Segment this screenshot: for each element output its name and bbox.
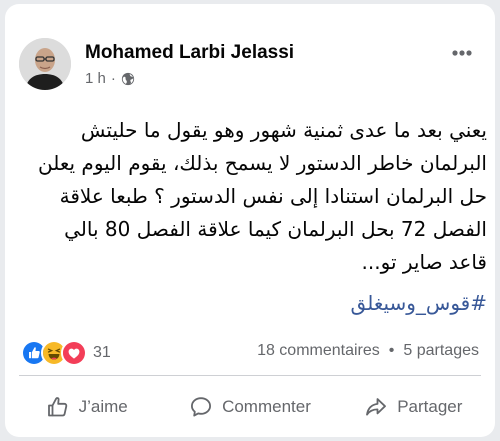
share-icon [366, 398, 387, 416]
love-icon [61, 340, 87, 366]
comment-button-label: Commenter [222, 397, 311, 416]
post-card: Mohamed Larbi Jelassi 1 h · يعني بعد ما … [5, 4, 495, 437]
hashtag-link[interactable]: #قوس_وسيغلق [19, 287, 487, 319]
stats-separator: • [388, 342, 395, 359]
comments-count[interactable]: 18 commentaires [257, 342, 380, 360]
share-button-label: Partager [397, 397, 463, 416]
reaction-count: 31 [93, 344, 111, 361]
comment-icon [191, 397, 212, 417]
like-button[interactable]: J’aime [5, 387, 168, 427]
post-text-line: البرلمان خاطر الدستور لا يسمح بذلك، يقوم… [38, 151, 487, 175]
post-text: يعني بعد ما عدى ثمنية شهور وهو يقول ما ح… [19, 114, 487, 279]
post-header: Mohamed Larbi Jelassi 1 h · [5, 4, 495, 94]
post-text-line: يعني بعد ما عدى ثمنية شهور وهو يقول ما ح… [80, 118, 487, 142]
post-text-line-see-more[interactable]: قاعد صاير تو... [19, 246, 487, 279]
engagement-stats: 18 commentaires • 5 partages [257, 342, 479, 360]
reaction-summary[interactable]: 31 [21, 340, 111, 366]
post-time[interactable]: 1 h [85, 70, 106, 87]
divider [19, 375, 481, 376]
action-bar: J’aime Commenter Partager [5, 387, 495, 427]
comment-button[interactable]: Commenter [168, 387, 331, 427]
globe-icon[interactable] [121, 72, 135, 86]
meta-separator: · [110, 70, 116, 87]
author-name[interactable]: Mohamed Larbi Jelassi [85, 42, 294, 64]
more-options-icon[interactable] [447, 40, 477, 66]
share-button[interactable]: Partager [332, 387, 495, 427]
post-text-line: حل البرلمان استنادا إلى نفس الدستور ؟ طب… [59, 184, 487, 208]
post-text-line: الفصل 72 بحل البرلمان كيما علاقة الفصل 8… [64, 217, 487, 241]
avatar-photo [19, 38, 71, 90]
post-meta: 1 h · [85, 70, 135, 87]
like-button-label: J’aime [78, 397, 128, 416]
reaction-bar: 31 18 commentaires • 5 partages [5, 332, 495, 372]
shares-count[interactable]: 5 partages [403, 342, 479, 360]
avatar[interactable] [19, 38, 71, 90]
thumbs-up-icon [47, 397, 67, 417]
